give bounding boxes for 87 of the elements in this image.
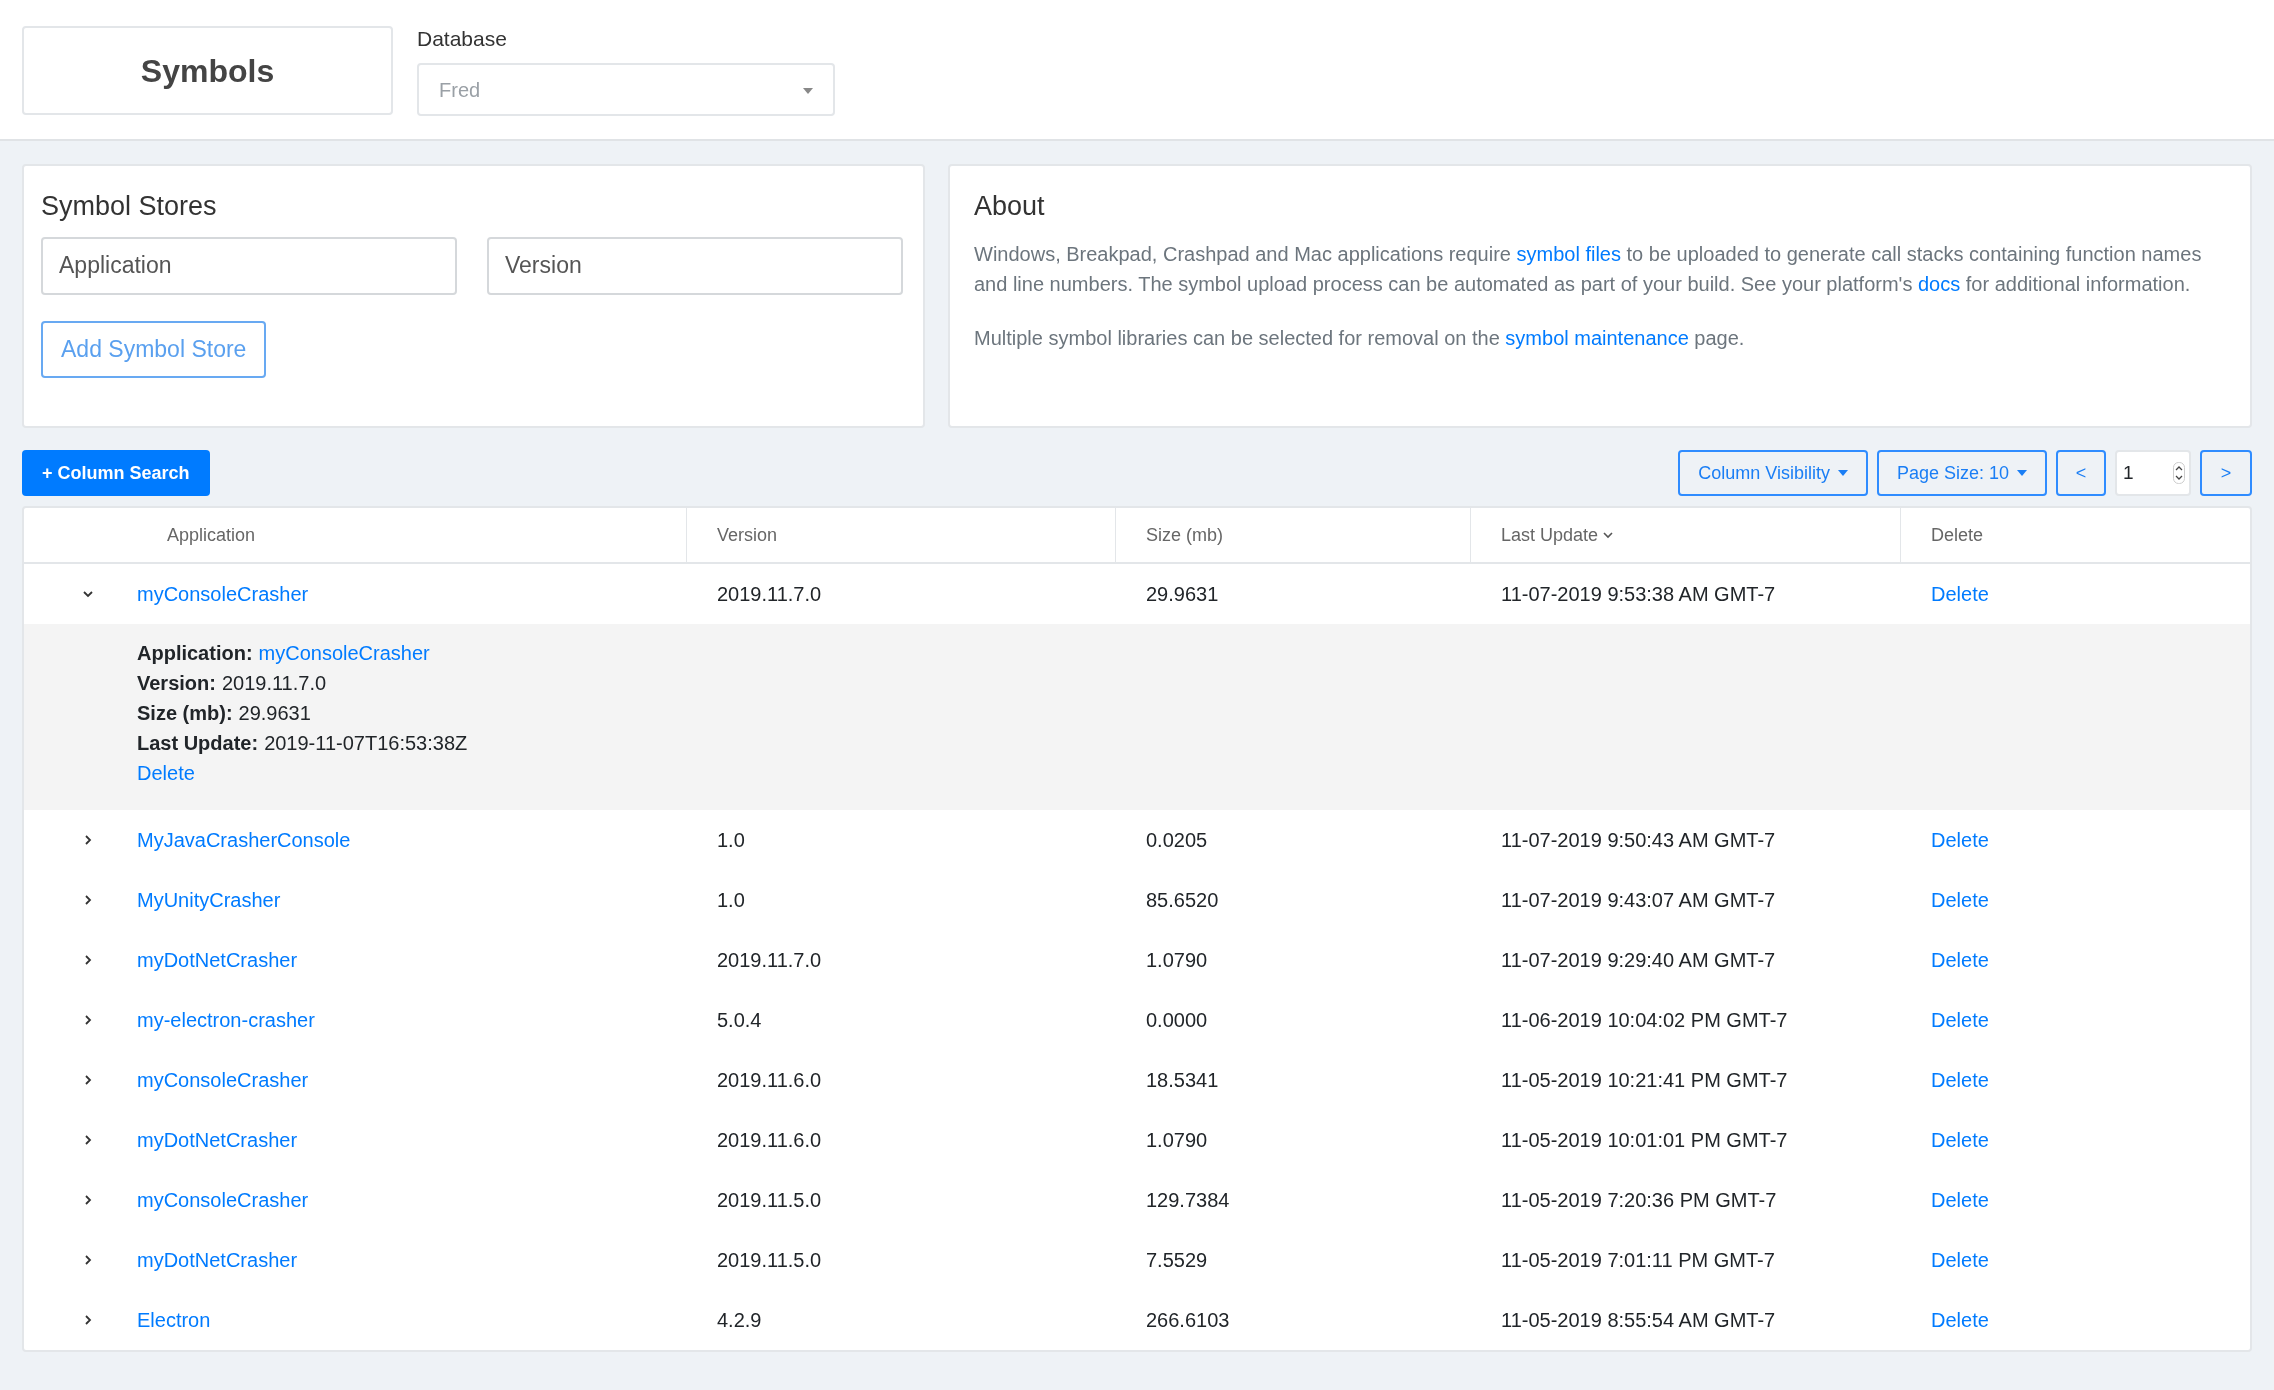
table-cell-text: 29.9631	[1145, 582, 1219, 607]
application-link[interactable]: myConsoleCrasher	[137, 1065, 309, 1095]
detail-label: Size (mb):	[137, 701, 233, 726]
table-cell-text: 11-05-2019 7:20:36 PM GMT-7	[1500, 1188, 1777, 1213]
panel-title: About	[974, 190, 1046, 223]
delete-link[interactable]: Delete	[1931, 1005, 1989, 1035]
table-cell-text: 2019.11.5.0	[716, 1248, 822, 1273]
table-cell-text: 11-05-2019 7:01:11 PM GMT-7	[1500, 1248, 1775, 1273]
table-cell-text: 11-07-2019 9:53:38 AM GMT-7	[1500, 582, 1776, 607]
page-number-input[interactable]: 1	[2115, 450, 2191, 496]
delete-link[interactable]: Delete	[1931, 1185, 1989, 1215]
about-link[interactable]: symbol files	[1516, 242, 1621, 265]
version-input[interactable]: Version	[487, 236, 903, 295]
column-header[interactable]: Delete	[1931, 521, 1984, 549]
table-cell-text: 2019.11.5.0	[716, 1188, 822, 1213]
table-cell-text: 1.0	[716, 888, 745, 913]
page-title: Symbols	[22, 26, 393, 115]
table-cell-text: 5.0.4	[716, 1008, 762, 1033]
delete-link[interactable]: Delete	[1931, 1245, 1989, 1275]
table-cell-text: 11-07-2019 9:50:43 AM GMT-7	[1500, 828, 1776, 853]
table-cell-text: 18.5341	[1145, 1068, 1219, 1093]
add-symbol-store-button[interactable]: Add Symbol Store	[41, 320, 267, 378]
detail-value: 29.9631	[238, 701, 311, 726]
delete-link[interactable]: Delete	[1931, 885, 1989, 915]
table-cell-text: 11-07-2019 9:43:07 AM GMT-7	[1500, 888, 1776, 913]
column-search-button[interactable]: + Column Search	[22, 450, 210, 496]
table-cell-text: 129.7384	[1145, 1188, 1230, 1213]
caret-icon	[1837, 470, 1848, 476]
table-cell-text: 11-05-2019 10:01:01 PM GMT-7	[1500, 1128, 1788, 1153]
delete-link[interactable]: Delete	[1931, 579, 1989, 609]
about-paragraph: Multiple symbol libraries can be selected for removal on the symbol maintenance page.	[974, 325, 1746, 351]
application-link[interactable]: myDotNetCrasher	[137, 1125, 298, 1155]
detail-label: Last Update:	[137, 731, 259, 756]
application-input[interactable]: Application	[41, 236, 457, 295]
table-cell-text: 2019.11.7.0	[716, 948, 822, 973]
delete-link[interactable]: Delete	[1931, 1065, 1989, 1095]
delete-link[interactable]: Delete	[1931, 825, 1989, 855]
table-cell-text: 11-07-2019 9:29:40 AM GMT-7	[1500, 948, 1776, 973]
column-header[interactable]: Application	[167, 521, 256, 549]
application-link[interactable]: Electron	[137, 1305, 211, 1335]
database-select[interactable]: Fred	[417, 63, 835, 116]
delete-link[interactable]: Delete	[137, 758, 195, 788]
table-cell-text: 11-06-2019 10:04:02 PM GMT-7	[1500, 1008, 1788, 1033]
application-link[interactable]: myConsoleCrasher	[137, 1185, 309, 1215]
table-cell-text: 11-05-2019 10:21:41 PM GMT-7	[1500, 1068, 1788, 1093]
detail-label: Application:	[137, 641, 253, 666]
application-link[interactable]: myDotNetCrasher	[137, 945, 298, 975]
spinner-arrows-icon[interactable]	[2173, 462, 2185, 484]
about-link[interactable]: docs	[1918, 272, 1961, 295]
panel-title: Symbol Stores	[41, 190, 218, 223]
table-cell-text: 2019.11.7.0	[716, 582, 822, 607]
table-cell-text: 1.0790	[1145, 1128, 1208, 1153]
column-header[interactable]: Last Update	[1501, 521, 1615, 549]
caret-icon	[2017, 470, 2027, 476]
table-cell-text: 4.2.9	[716, 1308, 762, 1333]
detail-label: Version:	[137, 671, 216, 696]
table-cell-text: 1.0790	[1145, 948, 1208, 973]
application-link[interactable]: myConsoleCrasher	[137, 579, 309, 609]
column-header[interactable]: Size (mb)	[1146, 521, 1223, 549]
table-cell-text: 0.0205	[1145, 828, 1208, 853]
table-cell-text: 85.6520	[1145, 888, 1219, 913]
detail-value: 2019-11-07T16:53:38Z	[264, 731, 468, 756]
page-size-button[interactable]: Page Size: 10	[1876, 450, 2047, 496]
database-label: Database	[417, 26, 508, 52]
table-cell-text: 11-05-2019 8:55:54 AM GMT-7	[1500, 1308, 1776, 1333]
table-cell-text: 2019.11.6.0	[716, 1128, 822, 1153]
table-cell-text: 2019.11.6.0	[716, 1068, 822, 1093]
application-link[interactable]: MyUnityCrasher	[137, 885, 281, 915]
next-page-button[interactable]: >	[2200, 450, 2252, 496]
table-cell-text: 7.5529	[1145, 1248, 1208, 1273]
detail-link[interactable]: myConsoleCrasher	[258, 638, 430, 668]
table-cell-text: 266.6103	[1145, 1308, 1230, 1333]
detail-value: 2019.11.7.0	[221, 671, 327, 696]
previous-page-button[interactable]: <	[2056, 450, 2106, 496]
table-cell-text: 0.0000	[1145, 1008, 1208, 1033]
column-visibility-button[interactable]: Column Visibility	[1678, 450, 1868, 496]
caret-icon	[803, 88, 813, 95]
delete-link[interactable]: Delete	[1931, 945, 1989, 975]
delete-link[interactable]: Delete	[1931, 1125, 1989, 1155]
about-link[interactable]: symbol maintenance	[1505, 326, 1689, 349]
application-link[interactable]: my-electron-crasher	[137, 1005, 315, 1035]
application-link[interactable]: MyJavaCrasherConsole	[137, 825, 351, 855]
column-header[interactable]: Version	[717, 521, 778, 549]
table-cell-text: 1.0	[716, 828, 745, 853]
delete-link[interactable]: Delete	[1931, 1305, 1989, 1335]
about-paragraph: Windows, Breakpad, Crashpad and Mac applications require symbol files to be uploaded to generate call stacks containing function names and line numbers. The symbol upload process can be automated as part of your build. See your platform's docs for additional information.	[974, 241, 2203, 297]
application-link[interactable]: myDotNetCrasher	[137, 1245, 298, 1275]
